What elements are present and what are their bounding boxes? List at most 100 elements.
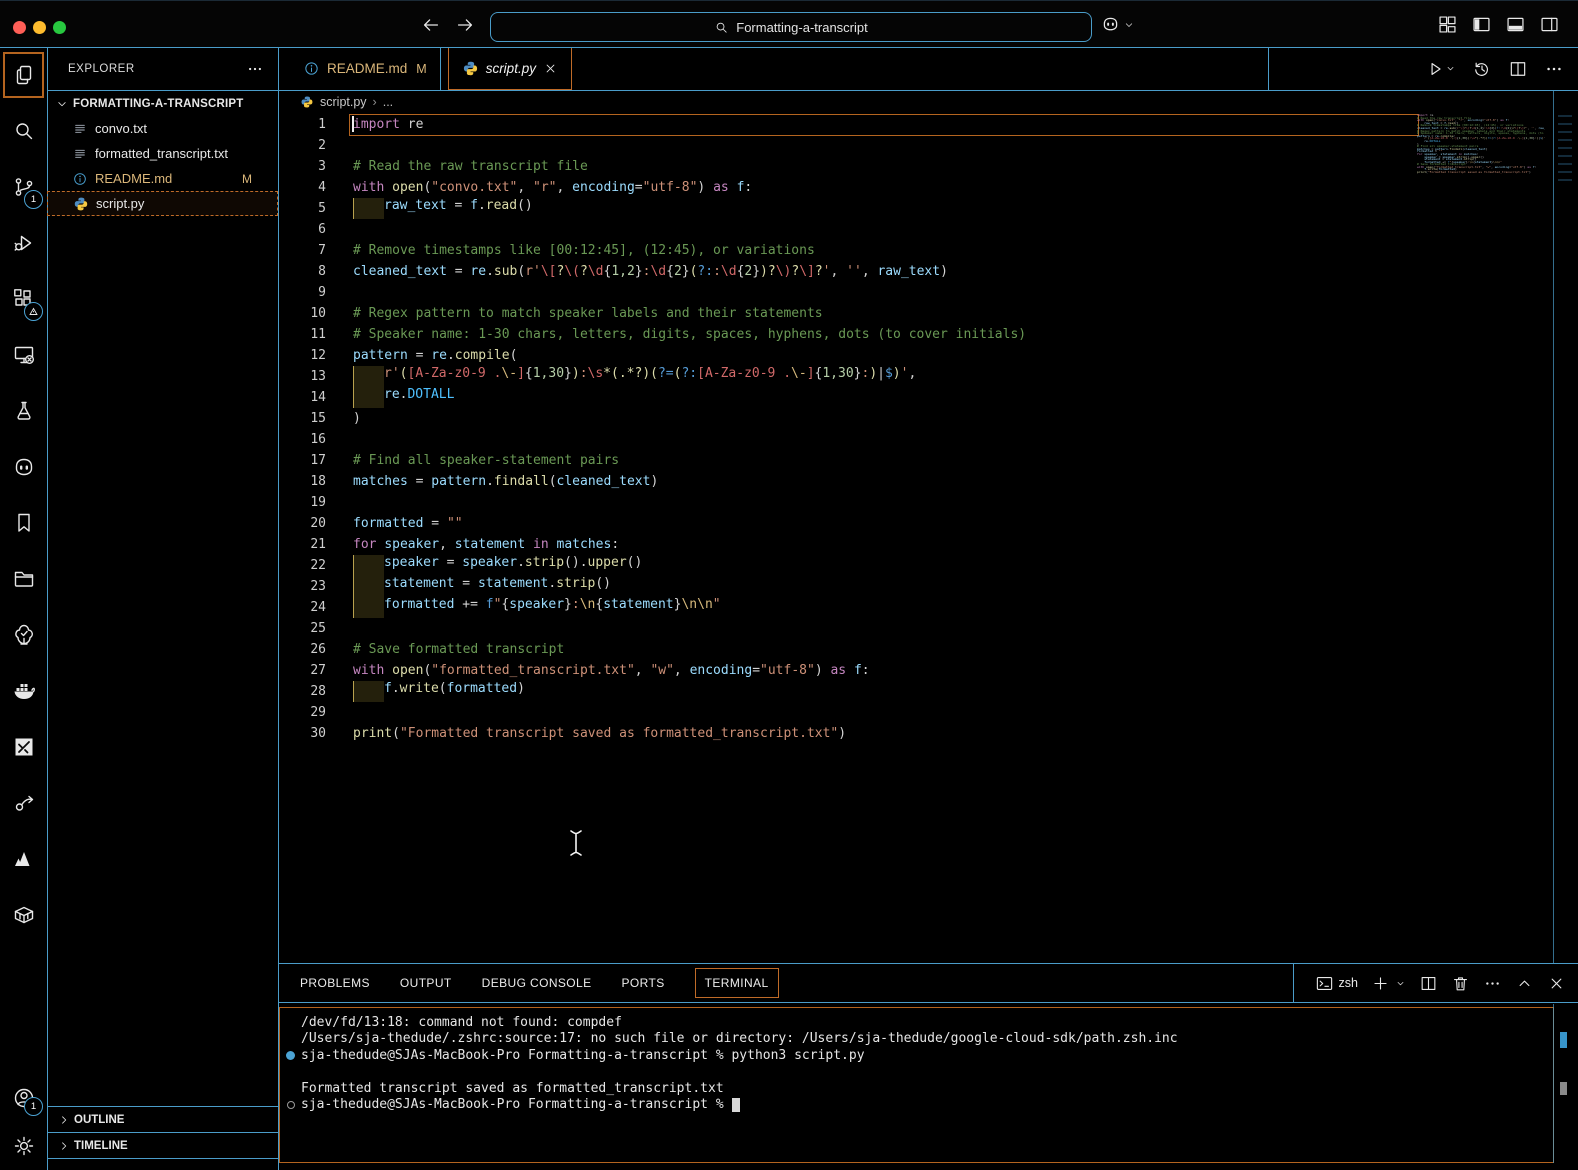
code-line-20[interactable]: 20 formatted = "" (278, 513, 1578, 534)
explorer-sidebar: EXPLORER FORMATTING-A-TRANSCRIPT convo.t… (47, 47, 279, 1170)
activity-bar-item-search[interactable] (0, 103, 47, 159)
more-actions-button[interactable] (1544, 59, 1564, 79)
activity-bar-item-testing[interactable] (0, 383, 47, 439)
code-line-6[interactable]: 6 (278, 219, 1578, 240)
code-line-24[interactable]: 24 formatted += f"{speaker}:\n{statement}… (278, 597, 1578, 618)
activity-bar-item-atlassian[interactable] (0, 831, 47, 887)
code-line-9[interactable]: 9 (278, 282, 1578, 303)
panel-tab-debug-console[interactable]: DEBUG CONSOLE (482, 976, 592, 990)
explorer-more-actions-button[interactable] (246, 60, 264, 78)
code-line-29[interactable]: 29 (278, 702, 1578, 723)
code-line-23[interactable]: 23 statement = statement.strip() (278, 576, 1578, 597)
activity-bar-item-todo-tree[interactable] (0, 607, 47, 663)
copilot-menu[interactable] (1100, 14, 1135, 35)
layout-sidebar-left-button[interactable] (1471, 14, 1492, 35)
customize-layout-button[interactable] (1437, 14, 1458, 35)
panel-tab-terminal[interactable]: TERMINAL (694, 968, 779, 998)
line-number: 29 (310, 705, 326, 720)
activity-bar-item-live-share[interactable] (0, 775, 47, 831)
code-line-25[interactable]: 25 (278, 618, 1578, 639)
split-editor-button[interactable] (1508, 59, 1528, 79)
activity-bar-item-bookmarks[interactable] (0, 495, 47, 551)
code-line-7[interactable]: 7 # Remove timestamps like [00:12:45], (1… (278, 240, 1578, 261)
activity-bar-item-dev-containers[interactable] (0, 887, 47, 943)
line-number: 7 (318, 243, 326, 258)
shell-select-button[interactable]: zsh (1315, 974, 1358, 993)
close-window-button[interactable] (13, 21, 26, 34)
code-line-11[interactable]: 11 # Speaker name: 1-30 chars, letters, d… (278, 324, 1578, 345)
activity-bar-item-project-manager[interactable] (0, 551, 47, 607)
code-line-21[interactable]: 21 for speaker, statement in matches: (278, 534, 1578, 555)
code-line-26[interactable]: 26 # Save formatted transcript (278, 639, 1578, 660)
history-forward-button[interactable] (454, 14, 476, 36)
close-panel-button[interactable] (1547, 974, 1566, 993)
layout-panel-button[interactable] (1505, 14, 1526, 35)
breadcrumb[interactable]: script.py › ... (278, 90, 1578, 113)
panel-tab-problems[interactable]: PROBLEMS (300, 976, 370, 990)
code-line-13[interactable]: 13 r'([A-Za-z0-9 .\-]{1,30}):\s*(.*?)(?=(… (278, 366, 1578, 387)
code-editor[interactable]: 1 import re 2 3 # Read the raw transcript fi… (278, 113, 1578, 963)
activity-bar-item-remote-explorer[interactable] (0, 327, 47, 383)
code-line-14[interactable]: 14 re.DOTALL (278, 387, 1578, 408)
outline-section-header[interactable]: OUTLINE (47, 1106, 278, 1132)
file-item-script.py[interactable]: script.py (47, 191, 278, 216)
maximize-window-button[interactable] (53, 21, 66, 34)
python-icon (301, 95, 313, 108)
file-item-convo.txt[interactable]: convo.txt (47, 116, 278, 141)
activity-bar-item-copilot-chat[interactable] (0, 439, 47, 495)
editor-tab-README.md[interactable]: README.md M (290, 47, 441, 90)
outline-label: OUTLINE (74, 1113, 125, 1126)
activity-bar-item-drawio[interactable] (0, 719, 47, 775)
code-line-19[interactable]: 19 (278, 492, 1578, 513)
code-line-28[interactable]: 28 f.write(formatted) (278, 681, 1578, 702)
file-item-formatted_transcript.txt[interactable]: formatted_transcript.txt (47, 141, 278, 166)
activity-bar-item-run-and-debug[interactable] (0, 215, 47, 271)
code-line-16[interactable]: 16 (278, 429, 1578, 450)
more-actions-button[interactable] (1483, 974, 1502, 993)
project-folder-header[interactable]: FORMATTING-A-TRANSCRIPT (47, 91, 278, 116)
code-line-22[interactable]: 22 speaker = speaker.strip().upper() (278, 555, 1578, 576)
code-line-27[interactable]: 27 with open("formatted_transcript.txt", … (278, 660, 1578, 681)
timeline-section-header[interactable]: TIMELINE (47, 1132, 278, 1158)
code-line-18[interactable]: 18 matches = pattern.findall(cleaned_text… (278, 471, 1578, 492)
editor-scrollbar[interactable] (1558, 115, 1574, 187)
file-item-README.md[interactable]: README.md M (47, 166, 278, 191)
minimize-window-button[interactable] (33, 21, 46, 34)
maximize-panel-button[interactable] (1515, 974, 1534, 993)
panel-tab-output[interactable]: OUTPUT (400, 976, 452, 990)
code-line-12[interactable]: 12 pattern = re.compile( (278, 345, 1578, 366)
minimap[interactable]: import re # Read the raw transcript file w… (1417, 114, 1545, 174)
activity-bar-item-explorer[interactable] (0, 47, 47, 103)
run-python-file-button[interactable] (1425, 59, 1456, 79)
code-line-8[interactable]: 8 cleaned_text = re.sub(r'\[?\(?\d{1,2}:\… (278, 261, 1578, 282)
close-tab-button[interactable] (543, 61, 558, 76)
layout-panel-icon (1507, 17, 1524, 32)
terminal[interactable]: /dev/fd/13:18: command not found: compde… (279, 1007, 1554, 1163)
activity-bar-item-source-control[interactable]: 1 (0, 159, 47, 215)
code-line-17[interactable]: 17 # Find all speaker-statement pairs (278, 450, 1578, 471)
code-line-15[interactable]: 15) (278, 408, 1578, 429)
editor-tab-script.py[interactable]: script.py (447, 47, 572, 90)
code-line-4[interactable]: 4 with open("convo.txt", "r", encoding="u… (278, 177, 1578, 198)
command-center-search[interactable]: Formatting-a-transcript (490, 12, 1092, 42)
activity-bar-item-docker[interactable] (0, 663, 47, 719)
indent-guide-highlight (353, 366, 384, 387)
split-editor-icon (1421, 976, 1436, 990)
code-line-5[interactable]: 5 raw_text = f.read() (278, 198, 1578, 219)
line-number: 15 (310, 411, 326, 426)
history-back-button[interactable] (420, 14, 442, 36)
code-line-2[interactable]: 2 (278, 135, 1578, 156)
timeline-history-button[interactable] (1472, 59, 1492, 79)
code-line-3[interactable]: 3 # Read the raw transcript file (278, 156, 1578, 177)
activity-bar-item-extensions[interactable] (0, 271, 47, 327)
new-terminal-button[interactable] (1371, 974, 1406, 993)
layout-sidebar-right-button[interactable] (1539, 14, 1560, 35)
activity-bar-item-settings[interactable] (0, 1122, 47, 1170)
code-line-30[interactable]: 30 print("Formatted transcript saved as f… (278, 723, 1578, 744)
split-terminal-button[interactable] (1419, 974, 1438, 993)
activity-bar-item-accounts[interactable]: 1 (0, 1074, 47, 1122)
code-line-10[interactable]: 10 # Regex pattern to match speaker label… (278, 303, 1578, 324)
code-line-1[interactable]: 1 import re (278, 114, 1578, 135)
panel-tab-ports[interactable]: PORTS (622, 976, 665, 990)
kill-terminal-button[interactable] (1451, 974, 1470, 993)
